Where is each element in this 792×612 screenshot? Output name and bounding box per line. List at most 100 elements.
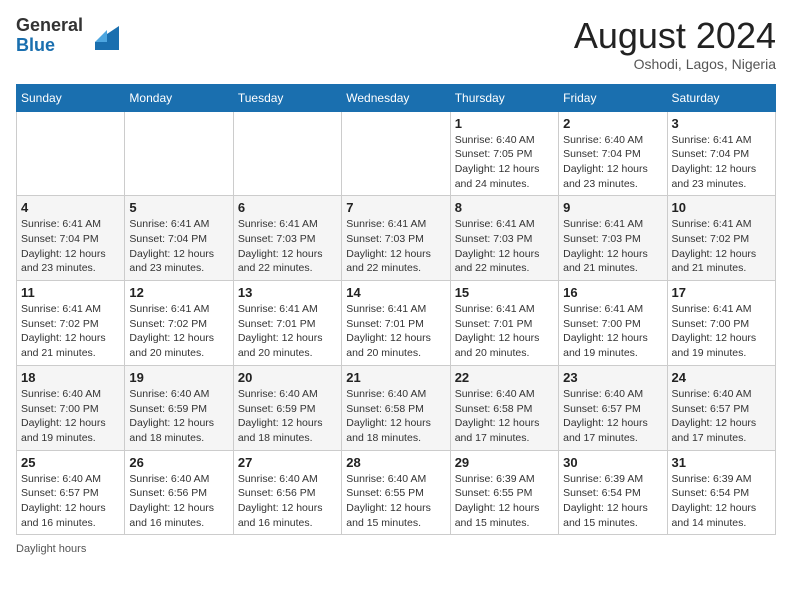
day-of-week-header: Wednesday bbox=[342, 84, 450, 111]
day-of-week-header: Friday bbox=[559, 84, 667, 111]
day-number: 16 bbox=[563, 285, 662, 300]
calendar-cell: 20 Sunrise: 6:40 AMSunset: 6:59 PMDayligh… bbox=[233, 365, 341, 450]
day-info: Sunrise: 6:40 AMSunset: 6:55 PMDaylight:… bbox=[346, 472, 445, 531]
day-info: Sunrise: 6:40 AMSunset: 6:57 PMDaylight:… bbox=[563, 387, 662, 446]
page-header: General Blue August 2024 Oshodi, Lagos, … bbox=[16, 16, 776, 72]
day-info: Sunrise: 6:41 AMSunset: 7:02 PMDaylight:… bbox=[129, 302, 228, 361]
calendar-cell: 19 Sunrise: 6:40 AMSunset: 6:59 PMDayligh… bbox=[125, 365, 233, 450]
day-of-week-header: Sunday bbox=[17, 84, 125, 111]
day-info: Sunrise: 6:40 AMSunset: 7:04 PMDaylight:… bbox=[563, 133, 662, 192]
day-info: Sunrise: 6:40 AMSunset: 6:59 PMDaylight:… bbox=[238, 387, 337, 446]
logo-general: General bbox=[16, 15, 83, 35]
calendar-cell: 11Sunrise: 6:41 AMSunset: 7:02 PMDayligh… bbox=[17, 281, 125, 366]
day-info: Sunrise: 6:39 AMSunset: 6:55 PMDaylight:… bbox=[455, 472, 554, 531]
day-number: 13 bbox=[238, 285, 337, 300]
day-info: Sunrise: 6:41 AMSunset: 7:04 PMDaylight:… bbox=[21, 217, 120, 276]
day-number: 6 bbox=[238, 200, 337, 215]
calendar-cell: 9 Sunrise: 6:41 AMSunset: 7:03 PMDaylight… bbox=[559, 196, 667, 281]
day-info: Sunrise: 6:41 AMSunset: 7:04 PMDaylight:… bbox=[672, 133, 771, 192]
day-number: 10 bbox=[672, 200, 771, 215]
calendar-cell: 26Sunrise: 6:40 AMSunset: 6:56 PMDayligh… bbox=[125, 450, 233, 535]
logo-icon bbox=[87, 22, 119, 50]
day-number: 18 bbox=[21, 370, 120, 385]
day-of-week-header: Tuesday bbox=[233, 84, 341, 111]
day-number: 1 bbox=[455, 116, 554, 131]
calendar-cell: 31Sunrise: 6:39 AMSunset: 6:54 PMDayligh… bbox=[667, 450, 775, 535]
calendar-cell: 29 Sunrise: 6:39 AMSunset: 6:55 PMDayligh… bbox=[450, 450, 558, 535]
calendar-week-row: 4 Sunrise: 6:41 AMSunset: 7:04 PMDaylight… bbox=[17, 196, 776, 281]
day-info: Sunrise: 6:41 AMSunset: 7:00 PMDaylight:… bbox=[672, 302, 771, 361]
calendar-cell: 30Sunrise: 6:39 AMSunset: 6:54 PMDayligh… bbox=[559, 450, 667, 535]
logo-blue: Blue bbox=[16, 35, 55, 55]
calendar-cell: 6 Sunrise: 6:41 AMSunset: 7:03 PMDaylight… bbox=[233, 196, 341, 281]
calendar-cell: 22Sunrise: 6:40 AMSunset: 6:58 PMDayligh… bbox=[450, 365, 558, 450]
day-info: Sunrise: 6:40 AMSunset: 6:58 PMDaylight:… bbox=[455, 387, 554, 446]
day-number: 5 bbox=[129, 200, 228, 215]
day-number: 11 bbox=[21, 285, 120, 300]
calendar-cell bbox=[342, 111, 450, 196]
logo: General Blue bbox=[16, 16, 119, 56]
calendar-cell: 8 Sunrise: 6:41 AMSunset: 7:03 PMDaylight… bbox=[450, 196, 558, 281]
day-number: 31 bbox=[672, 455, 771, 470]
day-info: Sunrise: 6:40 AMSunset: 6:56 PMDaylight:… bbox=[238, 472, 337, 531]
calendar-cell: 25 Sunrise: 6:40 AMSunset: 6:57 PMDayligh… bbox=[17, 450, 125, 535]
daylight-label: Daylight hours bbox=[16, 543, 86, 555]
day-number: 29 bbox=[455, 455, 554, 470]
calendar-cell: 24Sunrise: 6:40 AMSunset: 6:57 PMDayligh… bbox=[667, 365, 775, 450]
day-info: Sunrise: 6:40 AMSunset: 6:59 PMDaylight:… bbox=[129, 387, 228, 446]
calendar-cell: 2 Sunrise: 6:40 AMSunset: 7:04 PMDaylight… bbox=[559, 111, 667, 196]
calendar-cell: 5Sunrise: 6:41 AMSunset: 7:04 PMDaylight… bbox=[125, 196, 233, 281]
calendar-footer: Daylight hours bbox=[16, 543, 776, 555]
calendar-cell: 17 Sunrise: 6:41 AMSunset: 7:00 PMDayligh… bbox=[667, 281, 775, 366]
day-info: Sunrise: 6:40 AMSunset: 7:00 PMDaylight:… bbox=[21, 387, 120, 446]
day-info: Sunrise: 6:40 AMSunset: 7:05 PMDaylight:… bbox=[455, 133, 554, 192]
day-number: 17 bbox=[672, 285, 771, 300]
calendar-week-row: 25 Sunrise: 6:40 AMSunset: 6:57 PMDayligh… bbox=[17, 450, 776, 535]
month-year: August 2024 bbox=[574, 16, 776, 56]
calendar-cell: 12 Sunrise: 6:41 AMSunset: 7:02 PMDayligh… bbox=[125, 281, 233, 366]
day-number: 3 bbox=[672, 116, 771, 131]
calendar-cell: 10 Sunrise: 6:41 AMSunset: 7:02 PMDayligh… bbox=[667, 196, 775, 281]
day-number: 9 bbox=[563, 200, 662, 215]
calendar-cell: 14Sunrise: 6:41 AMSunset: 7:01 PMDayligh… bbox=[342, 281, 450, 366]
calendar-cell: 28Sunrise: 6:40 AMSunset: 6:55 PMDayligh… bbox=[342, 450, 450, 535]
day-info: Sunrise: 6:41 AMSunset: 7:03 PMDaylight:… bbox=[238, 217, 337, 276]
calendar-week-row: 18 Sunrise: 6:40 AMSunset: 7:00 PMDayligh… bbox=[17, 365, 776, 450]
day-info: Sunrise: 6:41 AMSunset: 7:03 PMDaylight:… bbox=[455, 217, 554, 276]
day-info: Sunrise: 6:41 AMSunset: 7:03 PMDaylight:… bbox=[563, 217, 662, 276]
calendar-cell: 16Sunrise: 6:41 AMSunset: 7:00 PMDayligh… bbox=[559, 281, 667, 366]
calendar-table: SundayMondayTuesdayWednesdayThursdayFrid… bbox=[16, 84, 776, 536]
day-number: 2 bbox=[563, 116, 662, 131]
day-number: 19 bbox=[129, 370, 228, 385]
day-number: 20 bbox=[238, 370, 337, 385]
calendar-cell: 18 Sunrise: 6:40 AMSunset: 7:00 PMDayligh… bbox=[17, 365, 125, 450]
calendar-cell: 15Sunrise: 6:41 AMSunset: 7:01 PMDayligh… bbox=[450, 281, 558, 366]
day-of-week-header: Saturday bbox=[667, 84, 775, 111]
day-number: 12 bbox=[129, 285, 228, 300]
day-info: Sunrise: 6:41 AMSunset: 7:01 PMDaylight:… bbox=[238, 302, 337, 361]
day-info: Sunrise: 6:40 AMSunset: 6:56 PMDaylight:… bbox=[129, 472, 228, 531]
day-number: 21 bbox=[346, 370, 445, 385]
calendar-header-row: SundayMondayTuesdayWednesdayThursdayFrid… bbox=[17, 84, 776, 111]
day-info: Sunrise: 6:41 AMSunset: 7:03 PMDaylight:… bbox=[346, 217, 445, 276]
day-number: 8 bbox=[455, 200, 554, 215]
calendar-cell bbox=[17, 111, 125, 196]
day-info: Sunrise: 6:41 AMSunset: 7:02 PMDaylight:… bbox=[672, 217, 771, 276]
title-block: August 2024 Oshodi, Lagos, Nigeria bbox=[574, 16, 776, 72]
day-number: 25 bbox=[21, 455, 120, 470]
day-number: 23 bbox=[563, 370, 662, 385]
calendar-week-row: 11 Sunrise: 6:41 AMSunset: 7:02 PMDayligh… bbox=[17, 281, 776, 366]
day-number: 30 bbox=[563, 455, 662, 470]
calendar-cell: 27 Sunrise: 6:40 AMSunset: 6:56 PMDayligh… bbox=[233, 450, 341, 535]
calendar-cell: 7 Sunrise: 6:41 AMSunset: 7:03 PMDaylight… bbox=[342, 196, 450, 281]
calendar-cell: 3 Sunrise: 6:41 AMSunset: 7:04 PMDaylight… bbox=[667, 111, 775, 196]
day-number: 27 bbox=[238, 455, 337, 470]
day-number: 4 bbox=[21, 200, 120, 215]
calendar-cell bbox=[125, 111, 233, 196]
day-number: 7 bbox=[346, 200, 445, 215]
calendar-week-row: 1 Sunrise: 6:40 AMSunset: 7:05 PMDaylight… bbox=[17, 111, 776, 196]
day-of-week-header: Monday bbox=[125, 84, 233, 111]
day-info: Sunrise: 6:40 AMSunset: 6:57 PMDaylight:… bbox=[21, 472, 120, 531]
location: Oshodi, Lagos, Nigeria bbox=[574, 56, 776, 72]
day-info: Sunrise: 6:41 AMSunset: 7:01 PMDaylight:… bbox=[346, 302, 445, 361]
